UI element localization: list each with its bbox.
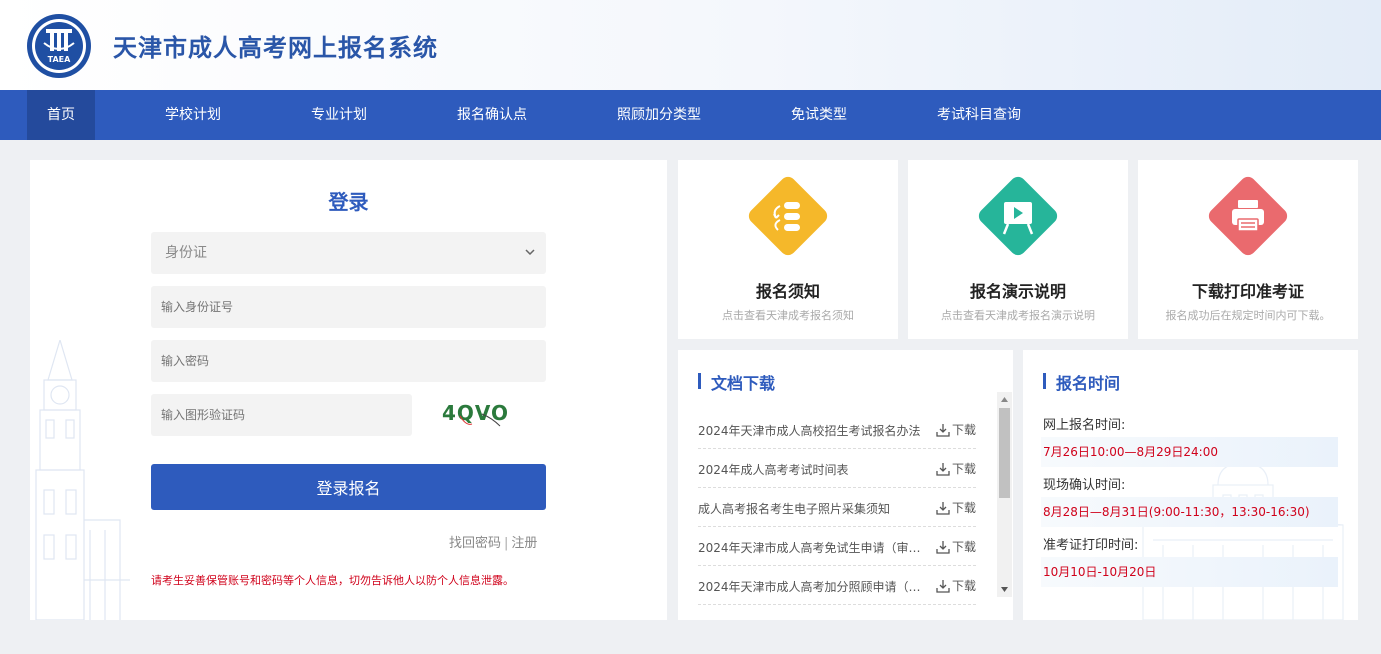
id-type-value: 身份证 xyxy=(165,245,207,261)
privacy-notice: 请考生妥善保管账号和密码等个人信息，切勿告诉他人以防个人信息泄露。 xyxy=(151,574,514,587)
schedule-value: 10月10日-10月20日 xyxy=(1041,557,1338,587)
schedule-label: 现场确认时间: xyxy=(1043,478,1126,493)
captcha-text: 4QVO xyxy=(442,401,509,425)
download-icon xyxy=(936,579,950,593)
main-nav: 首页 学校计划 专业计划 报名确认点 照顾加分类型 免试类型 考试科目查询 xyxy=(0,90,1381,140)
download-icon xyxy=(936,501,950,515)
card-title: 下载打印准考证 xyxy=(1191,282,1304,301)
doc-list-scrollbar[interactable] xyxy=(997,392,1012,597)
id-type-select[interactable]: 身份证 xyxy=(151,232,546,274)
password-input[interactable] xyxy=(151,340,546,382)
id-number-input[interactable] xyxy=(151,286,546,328)
nav-item-home[interactable]: 首页 xyxy=(27,90,95,140)
schedule-value: 8月28日—8月31日(9:00-11:30，13:30-16:30) xyxy=(1041,497,1338,527)
doc-row: 成人高考报名考生电子照片采集须知 下载 xyxy=(698,488,976,527)
download-icon xyxy=(936,423,950,437)
card-print-admission[interactable]: 下载打印准考证 报名成功后在规定时间内可下载。 xyxy=(1138,160,1358,339)
card-subtitle: 点击查看天津成考报名演示说明 xyxy=(941,309,1095,322)
site-header: TAEA 天津市成人高考网上报名系统 xyxy=(0,0,1381,90)
scroll-up-icon[interactable] xyxy=(1001,396,1008,403)
card-title: 报名须知 xyxy=(755,282,820,301)
taea-logo[interactable]: TAEA xyxy=(26,13,92,79)
nav-item-bonus-types[interactable]: 照顾加分类型 xyxy=(604,90,714,140)
account-links: 找回密码 | 注册 xyxy=(449,532,537,551)
doc-row: 2024年天津市成人高考免试生申请（审核）办法 下载 xyxy=(698,527,976,566)
doc-list: 2024年天津市成人高校招生考试报名办法 下载 2024年成人高考考试时间表 下… xyxy=(698,410,976,620)
schedule-label: 网上报名时间: xyxy=(1043,418,1126,433)
captcha-image[interactable]: 4QVO xyxy=(438,396,518,430)
download-label: 下载 xyxy=(951,579,976,593)
download-button[interactable]: 下载 xyxy=(936,499,976,516)
site-title: 天津市成人高考网上报名系统 xyxy=(113,34,438,62)
schedule-panel: 报名时间 网上报名时间: 7月26日10:00—8月29日24:00 现场确认时… xyxy=(1023,350,1358,620)
download-label: 下载 xyxy=(951,462,976,476)
printer-icon xyxy=(1208,176,1288,256)
forgot-password-link[interactable]: 找回密码 xyxy=(449,536,501,551)
docs-title: 文档下载 xyxy=(698,370,775,394)
card-registration-notice[interactable]: 报名须知 点击查看天津成考报名须知 xyxy=(678,160,898,339)
doc-link[interactable]: 2024年成人高考考试时间表 xyxy=(698,461,923,478)
download-icon xyxy=(936,462,950,476)
schedule-label: 准考证打印时间: xyxy=(1043,538,1139,553)
download-button[interactable]: 下载 xyxy=(936,538,976,555)
captcha-input[interactable] xyxy=(151,394,412,436)
doc-link[interactable]: 成人高考报名考生电子照片采集须知 xyxy=(698,500,923,517)
schedule-value: 7月26日10:00—8月29日24:00 xyxy=(1041,437,1338,467)
flow-icon xyxy=(748,176,828,256)
logo-text: TAEA xyxy=(48,55,71,64)
nav-item-subject-query[interactable]: 考试科目查询 xyxy=(924,90,1034,140)
card-subtitle: 点击查看天津成考报名须知 xyxy=(722,309,854,322)
card-title: 报名演示说明 xyxy=(969,282,1066,301)
nav-item-confirm-points[interactable]: 报名确认点 xyxy=(442,90,542,140)
card-registration-demo[interactable]: 报名演示说明 点击查看天津成考报名演示说明 xyxy=(908,160,1128,339)
register-link[interactable]: 注册 xyxy=(511,536,537,551)
docs-panel: 文档下载 2024年天津市成人高校招生考试报名办法 下载 2024年成人高考考试… xyxy=(678,350,1013,620)
login-panel: 登录 身份证 4QVO 登录报名 找回密码|注册 请考生妥善保管账号和密码等个人… xyxy=(30,160,667,620)
link-separator: | xyxy=(504,536,509,551)
chevron-down-icon xyxy=(525,249,535,256)
download-label: 下载 xyxy=(951,501,976,515)
presentation-icon xyxy=(978,176,1058,256)
nav-item-major-plan[interactable]: 专业计划 xyxy=(289,90,389,140)
building-illustration xyxy=(1142,446,1344,620)
login-title: 登录 xyxy=(328,190,369,214)
scroll-thumb[interactable] xyxy=(999,408,1010,498)
login-submit-button[interactable]: 登录报名 xyxy=(151,464,546,510)
download-button[interactable]: 下载 xyxy=(936,577,976,594)
doc-row: 2024年天津市成人高考加分照顾申请（审核）办法 下载 xyxy=(698,566,976,605)
doc-link[interactable]: 2024年天津市成人高考免试生申请（审核）办法 xyxy=(698,539,923,556)
nav-item-exemption-types[interactable]: 免试类型 xyxy=(770,90,868,140)
clock-tower-illustration xyxy=(35,340,130,620)
card-subtitle: 报名成功后在规定时间内可下载。 xyxy=(1165,309,1331,322)
download-label: 下载 xyxy=(951,540,976,554)
schedule-title: 报名时间 xyxy=(1043,370,1120,394)
doc-link[interactable]: 2024年天津市成人高考加分照顾申请（审核）办法 xyxy=(698,578,923,595)
nav-item-school-plan[interactable]: 学校计划 xyxy=(143,90,243,140)
download-button[interactable]: 下载 xyxy=(936,421,976,438)
download-button[interactable]: 下载 xyxy=(936,460,976,477)
doc-row: 2024年天津市成人高校招生考试报名办法 下载 xyxy=(698,410,976,449)
download-label: 下载 xyxy=(951,423,976,437)
download-icon xyxy=(936,540,950,554)
doc-link[interactable]: 2024年天津市成人高校招生考试报名办法 xyxy=(698,422,923,439)
doc-row: 2024年成人高考考试时间表 下载 xyxy=(698,449,976,488)
scroll-down-icon[interactable] xyxy=(1001,586,1008,593)
